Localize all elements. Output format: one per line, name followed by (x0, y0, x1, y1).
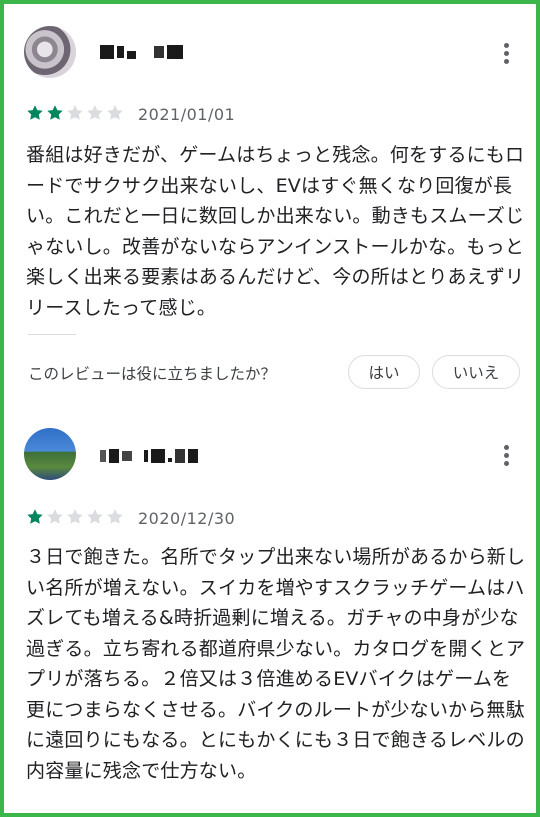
screenshot-frame: 2021/01/01 番組は好きだが、ゲームはちょっと残念。何をするにもロードで… (0, 0, 540, 817)
more-options-icon[interactable] (494, 38, 518, 68)
star-filled-icon (47, 105, 63, 120)
star-empty-icon (87, 105, 103, 120)
more-options-icon[interactable] (494, 440, 518, 470)
star-rating (26, 508, 124, 526)
star-filled-icon (27, 105, 43, 120)
helpful-yes-button[interactable]: はい (348, 355, 420, 389)
helpful-question: このレビューは役に立ちましたか？ (28, 365, 277, 383)
star-empty-icon (67, 509, 83, 524)
divider (28, 334, 76, 335)
helpful-no-button[interactable]: いいえ (432, 355, 520, 389)
star-empty-icon (107, 105, 123, 120)
review-date: 2021/01/01 (138, 105, 236, 124)
review-text: ３日で飽きた。名所でタップ出来ない場所があるから新しい名所が増えない。スイカを増… (26, 546, 526, 782)
star-empty-icon (87, 509, 103, 524)
star-rating (26, 104, 124, 122)
username-pixelated (100, 40, 183, 64)
star-empty-icon (47, 509, 63, 524)
avatar (24, 26, 76, 78)
username-pixelated (100, 444, 198, 468)
avatar (24, 428, 76, 480)
review-text: 番組は好きだが、ゲームはちょっと残念。何をするにもロードでサクサク出来ないし、E… (26, 144, 525, 319)
star-empty-icon (67, 105, 83, 120)
review-date: 2020/12/30 (138, 509, 236, 528)
star-empty-icon (107, 509, 123, 524)
star-filled-icon (27, 509, 43, 524)
